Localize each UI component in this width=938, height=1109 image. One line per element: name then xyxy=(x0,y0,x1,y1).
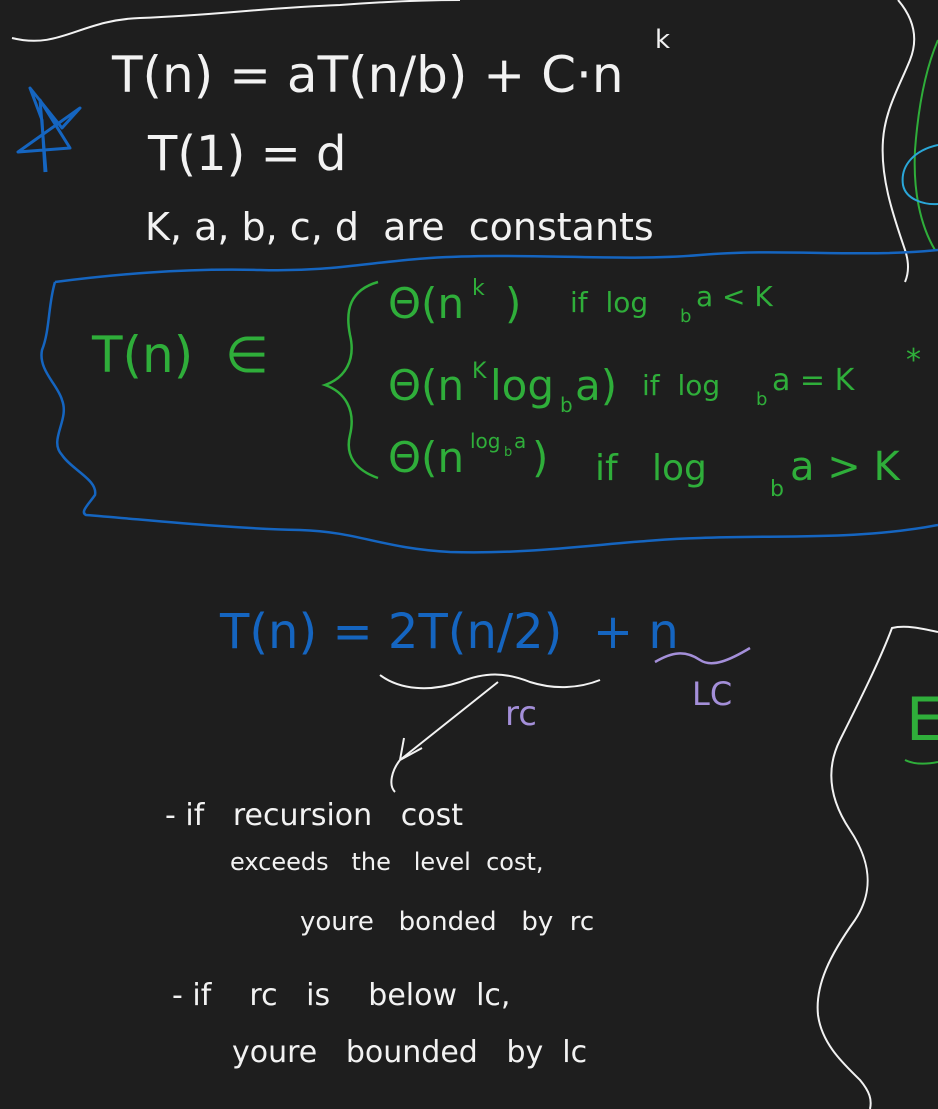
right-partial-letter: E xyxy=(906,685,938,755)
constants-line: K, a, b, c, d are constants xyxy=(145,205,654,249)
case-1-condition-rest: a < K xyxy=(696,280,773,313)
case-2-exp: K xyxy=(472,359,487,384)
base-case: T(1) = d xyxy=(147,126,347,182)
case-3-theta: Θ(n xyxy=(388,433,464,482)
case-3-exp-base: b xyxy=(504,445,512,460)
case-brace xyxy=(321,280,379,480)
lc-label: LC xyxy=(692,675,732,713)
case-2-log-base: b xyxy=(560,393,573,417)
note-line-4: - if rc is below lc, xyxy=(172,978,510,1013)
note-line-1: - if recursion cost xyxy=(165,798,463,833)
case-2-theta: Θ(n xyxy=(388,361,464,410)
case-1-condition: if log xyxy=(570,286,648,319)
arrow-icon xyxy=(390,681,499,793)
case-3-exp: log xyxy=(470,429,501,453)
case-1-exp: k xyxy=(472,276,485,301)
case-3-condition: if log xyxy=(595,448,707,489)
case-3-condition-base: b xyxy=(770,477,784,502)
right-top-bracket xyxy=(881,0,916,283)
top-wavy-border xyxy=(11,0,461,42)
case-1-theta: Θ(n xyxy=(388,279,464,328)
note-line-3: youre bonded by rc xyxy=(300,907,594,937)
note-line-5: youre bounded by lc xyxy=(232,1035,587,1070)
cyan-partial-curve xyxy=(901,144,938,206)
theorem-lhs: T(n) ∈ xyxy=(91,326,269,384)
notes-block: - if recursion cost exceeds the level co… xyxy=(165,798,594,1070)
case-3: Θ(n log b a ) if log b a > K xyxy=(388,429,901,502)
case-3-condition-rest: a > K xyxy=(790,444,901,490)
case-3-close: ) xyxy=(532,433,548,482)
green-partial-underline xyxy=(904,759,938,765)
general-recurrence: T(n) = aT(n/b) + C·n xyxy=(111,46,624,104)
case-1: Θ(n k ) if log b a < K xyxy=(388,276,773,328)
case-1-close: ) xyxy=(505,279,521,328)
rc-underline xyxy=(379,673,601,690)
case-2-condition-rest: a = K xyxy=(772,363,856,398)
rc-label: rc xyxy=(505,694,537,734)
notes-canvas: T(n) = aT(n/b) + C·n k T(1) = d K, a, b,… xyxy=(11,0,938,1109)
note-line-2: exceeds the level cost, xyxy=(230,848,544,876)
general-recurrence-exponent: k xyxy=(655,25,670,55)
case-2-log-arg: a) xyxy=(575,361,617,410)
case-2-condition-base: b xyxy=(756,389,767,410)
case-1-condition-base: b xyxy=(680,306,691,327)
case-3-exp-arg: a xyxy=(514,429,526,453)
case-2: Θ(n K log b a) if log b a = K * xyxy=(388,343,921,417)
example-recurrence: T(n) = 2T(n/2) + n xyxy=(219,604,679,660)
case-2-mark: * xyxy=(906,343,921,378)
case-2-condition: if log xyxy=(642,369,720,402)
star-mark-icon xyxy=(16,86,82,173)
case-2-log: log xyxy=(490,361,554,410)
